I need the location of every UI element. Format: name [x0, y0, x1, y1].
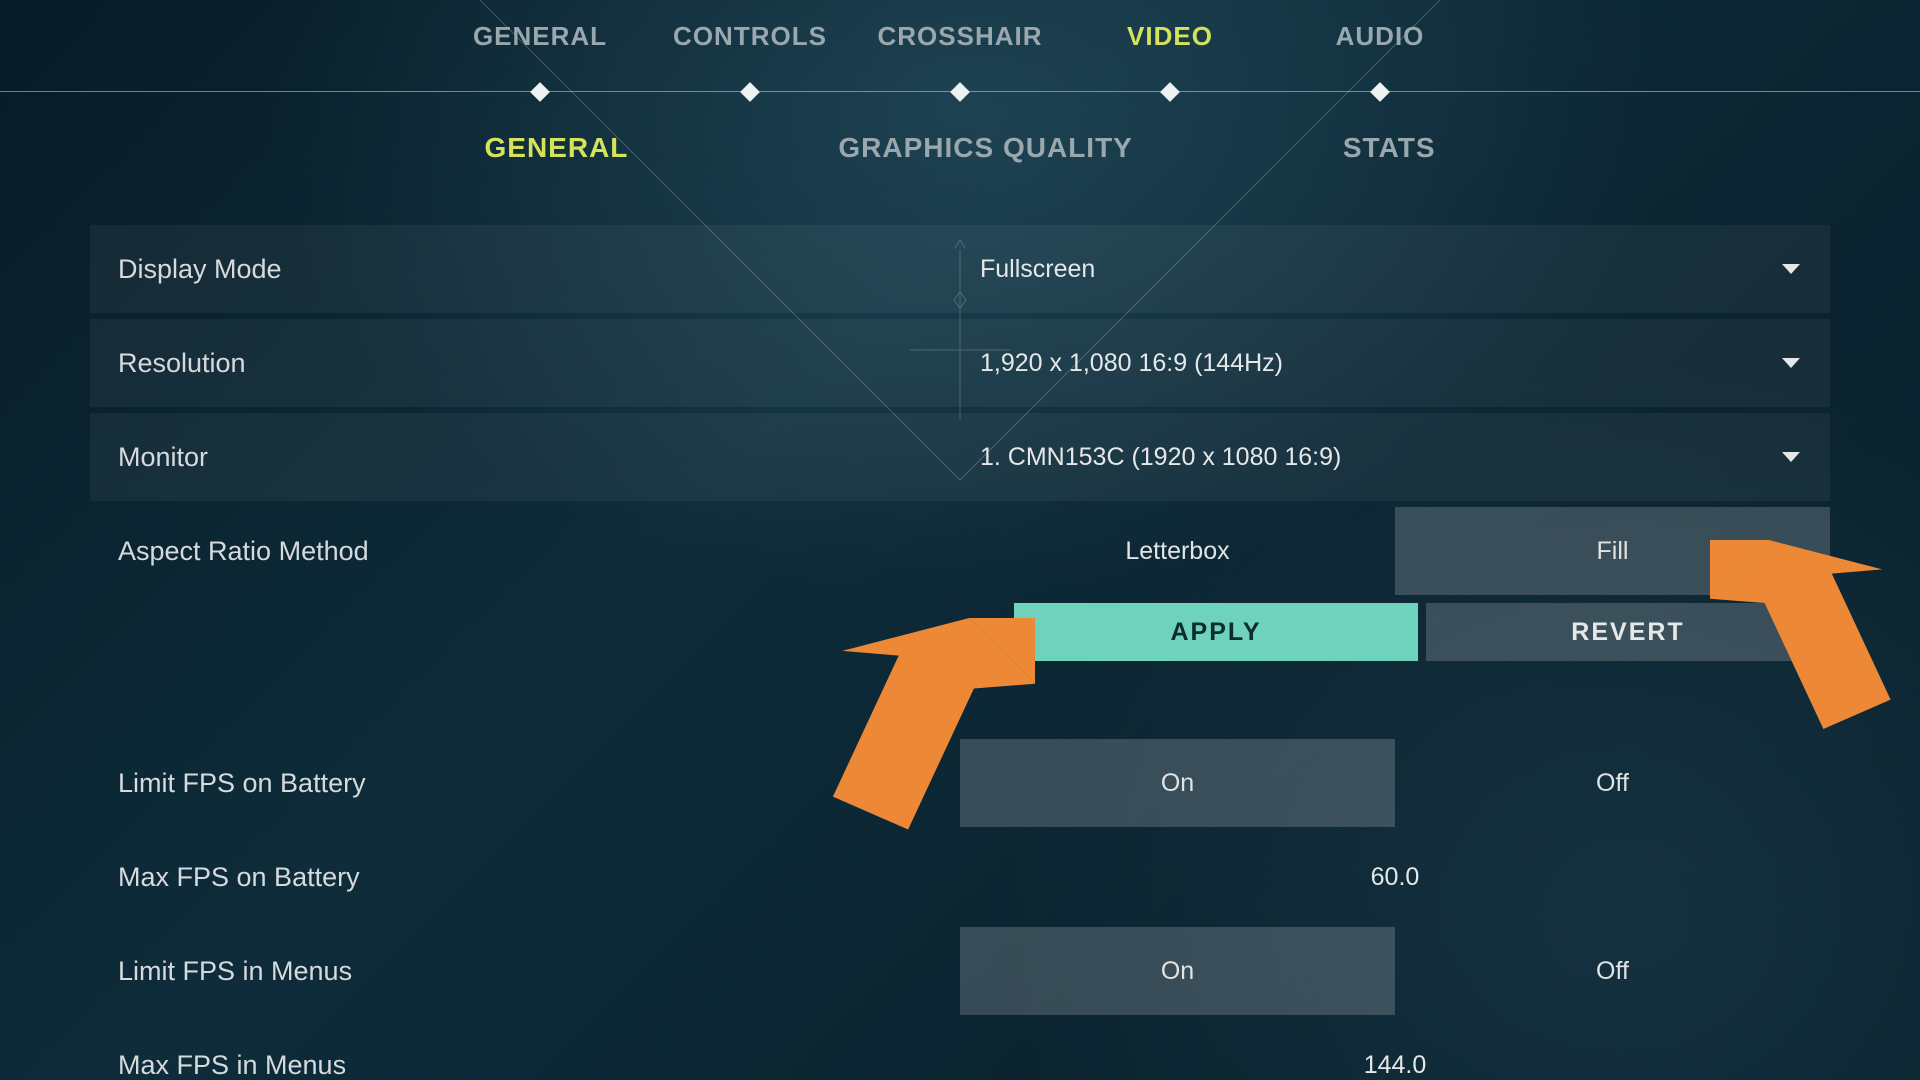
row-display-mode: Display Mode Fullscreen	[90, 225, 1830, 313]
aspect-ratio-option-letterbox[interactable]: Letterbox	[960, 507, 1395, 595]
tab-controls[interactable]: CONTROLS	[645, 21, 855, 92]
diamond-icon	[740, 82, 760, 102]
chevron-down-icon	[1782, 264, 1800, 274]
apply-button[interactable]: APPLY	[1014, 603, 1418, 661]
row-aspect-ratio: Aspect Ratio Method Letterbox Fill	[90, 507, 1830, 595]
row-monitor: Monitor 1. CMN153C (1920 x 1080 16:9)	[90, 413, 1830, 501]
display-mode-dropdown[interactable]: Fullscreen	[960, 225, 1830, 313]
limit-fps-battery-option-on[interactable]: On	[960, 739, 1395, 827]
limit-fps-menus-toggle: On Off	[960, 927, 1830, 1015]
tab-general[interactable]: GENERAL	[435, 21, 645, 92]
revert-button[interactable]: REVERT	[1426, 603, 1830, 661]
row-resolution: Resolution 1,920 x 1,080 16:9 (144Hz)	[90, 319, 1830, 407]
max-fps-battery-value[interactable]: 60.0	[960, 863, 1830, 892]
option-label: Off	[1596, 957, 1629, 986]
subtab-stats[interactable]: STATS	[1343, 132, 1436, 164]
chevron-down-icon	[1782, 358, 1800, 368]
diamond-icon	[530, 82, 550, 102]
resolution-dropdown[interactable]: 1,920 x 1,080 16:9 (144Hz)	[960, 319, 1830, 407]
option-label: Off	[1596, 769, 1629, 798]
setting-label: Limit FPS in Menus	[90, 956, 960, 987]
tab-label: GENERAL	[473, 21, 607, 51]
row-max-fps-battery: Max FPS on Battery 60.0	[90, 833, 1830, 921]
value-text: 60.0	[1371, 863, 1420, 892]
diamond-icon	[1160, 82, 1180, 102]
aspect-ratio-toggle: Letterbox Fill	[960, 507, 1830, 595]
option-label: On	[1161, 957, 1194, 986]
secondary-tabs: GENERAL GRAPHICS QUALITY STATS	[0, 132, 1920, 164]
option-label: On	[1161, 769, 1194, 798]
setting-label: Max FPS on Battery	[90, 862, 960, 893]
setting-label: Monitor	[90, 442, 960, 473]
row-max-fps-menus: Max FPS in Menus 144.0	[90, 1021, 1830, 1080]
subtab-general[interactable]: GENERAL	[485, 132, 629, 164]
diamond-icon	[950, 82, 970, 102]
tab-crosshair[interactable]: CROSSHAIR	[855, 21, 1065, 92]
row-limit-fps-battery: Limit FPS on Battery On Off	[90, 739, 1830, 827]
tab-label: CONTROLS	[673, 21, 827, 51]
dropdown-value: 1,920 x 1,080 16:9 (144Hz)	[980, 349, 1283, 378]
subtab-label: GENERAL	[485, 132, 629, 163]
value-text: 144.0	[1364, 1051, 1427, 1080]
option-label: Fill	[1597, 537, 1629, 566]
setting-label: Resolution	[90, 348, 960, 379]
setting-label: Limit FPS on Battery	[90, 768, 960, 799]
subtab-label: STATS	[1343, 132, 1436, 163]
aspect-ratio-option-fill[interactable]: Fill	[1395, 507, 1830, 595]
option-label: Letterbox	[1125, 537, 1229, 566]
setting-label: Max FPS in Menus	[90, 1050, 960, 1080]
limit-fps-menus-option-off[interactable]: Off	[1395, 927, 1830, 1015]
tab-label: AUDIO	[1336, 21, 1425, 51]
subtab-label: GRAPHICS QUALITY	[838, 132, 1132, 163]
tab-video[interactable]: VIDEO	[1065, 21, 1275, 92]
diamond-icon	[1370, 82, 1390, 102]
dropdown-value: 1. CMN153C (1920 x 1080 16:9)	[980, 443, 1341, 472]
tab-audio[interactable]: AUDIO	[1275, 21, 1485, 92]
video-settings-panel: Display Mode Fullscreen Resolution 1,920…	[90, 225, 1830, 1080]
setting-label: Display Mode	[90, 254, 960, 285]
button-label: REVERT	[1571, 618, 1684, 647]
setting-label: Aspect Ratio Method	[90, 536, 960, 567]
subtab-graphics-quality[interactable]: GRAPHICS QUALITY	[838, 132, 1132, 164]
chevron-down-icon	[1782, 452, 1800, 462]
button-label: APPLY	[1170, 618, 1261, 647]
monitor-dropdown[interactable]: 1. CMN153C (1920 x 1080 16:9)	[960, 413, 1830, 501]
tab-label: VIDEO	[1127, 21, 1213, 51]
limit-fps-menus-option-on[interactable]: On	[960, 927, 1395, 1015]
limit-fps-battery-option-off[interactable]: Off	[1395, 739, 1830, 827]
max-fps-menus-value[interactable]: 144.0	[960, 1051, 1830, 1080]
dropdown-value: Fullscreen	[980, 255, 1095, 284]
row-limit-fps-menus: Limit FPS in Menus On Off	[90, 927, 1830, 1015]
action-row: APPLY REVERT	[90, 603, 1830, 661]
primary-tabs: GENERAL CONTROLS CROSSHAIR VIDEO AUDIO	[0, 0, 1920, 92]
tab-label: CROSSHAIR	[877, 21, 1042, 51]
limit-fps-battery-toggle: On Off	[960, 739, 1830, 827]
